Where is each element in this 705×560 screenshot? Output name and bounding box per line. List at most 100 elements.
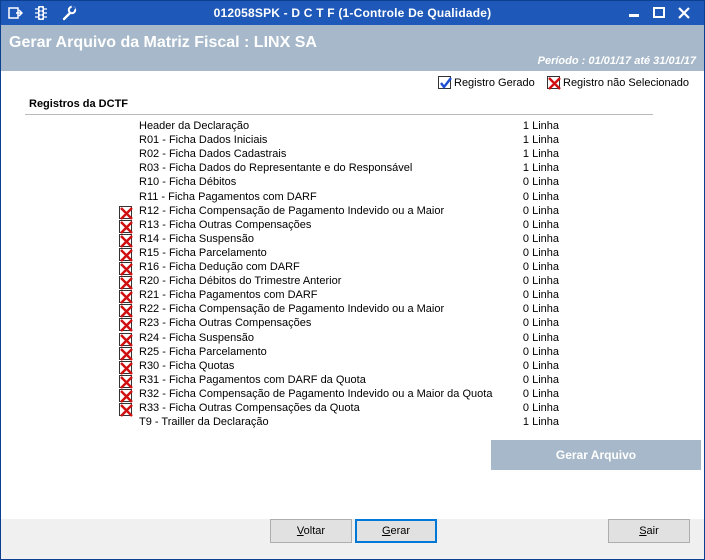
record-row: R01 - Ficha Dados Iniciais 1 Linha — [1, 134, 704, 148]
record-count: 0 Linha — [522, 218, 559, 231]
record-count: 0 Linha — [522, 373, 559, 386]
record-count: 0 Linha — [522, 289, 559, 302]
record-row: Header da Declaração 1 Linha — [1, 120, 704, 134]
record-count: 1 Linha — [522, 120, 559, 132]
record-row: R12 - Ficha Compensação de Pagamento Ind… — [1, 204, 704, 220]
exit-button[interactable]: Sair — [608, 519, 690, 543]
record-checkbox[interactable] — [119, 360, 133, 375]
record-count: 0 Linha — [522, 387, 559, 400]
record-row: R32 - Ficha Compensação de Pagamento Ind… — [1, 387, 704, 403]
record-label: R25 - Ficha Parcelamento — [139, 345, 267, 358]
record-checkbox[interactable] — [119, 374, 133, 389]
record-label: R10 - Ficha Débitos — [139, 176, 237, 189]
maximize-button[interactable] — [650, 5, 668, 21]
record-row: R21 - Ficha Pagamentos com DARF 0 Linha — [1, 289, 704, 305]
record-label: R11 - Ficha Pagamentos com DARF — [139, 190, 317, 203]
header-band: Gerar Arquivo da Matriz Fiscal : LINX SA… — [1, 25, 704, 71]
record-row: R10 - Ficha Débitos 0 Linha — [1, 176, 704, 190]
record-label: R15 - Ficha Parcelamento — [139, 246, 267, 259]
footer-bar: Voltar Gerar Sair — [1, 519, 704, 559]
record-count: 0 Linha — [522, 246, 559, 259]
record-checkbox[interactable] — [119, 290, 133, 305]
main-panel: Registro Gerado Registro não Selecionado… — [1, 71, 704, 519]
record-label: R03 - Ficha Dados do Representante e do … — [139, 162, 413, 175]
record-count: 0 Linha — [522, 232, 559, 245]
record-checkbox[interactable] — [119, 332, 133, 347]
generate-file-button[interactable]: Gerar Arquivo — [491, 440, 701, 470]
record-row: R15 - Ficha Parcelamento 0 Linha — [1, 246, 704, 262]
record-row: R22 - Ficha Compensação de Pagamento Ind… — [1, 303, 704, 319]
record-checkbox[interactable] — [119, 219, 133, 234]
record-count: 1 Linha — [522, 148, 559, 161]
record-checkbox[interactable] — [119, 205, 133, 220]
record-row: R31 - Ficha Pagamentos com DARF da Quota… — [1, 373, 704, 389]
record-checkbox[interactable] — [119, 403, 133, 417]
record-label: R20 - Ficha Débitos do Trimestre Anterio… — [139, 275, 342, 288]
record-label: R02 - Ficha Dados Cadastrais — [139, 148, 287, 161]
title-bar: 012058SPK - D C T F (1-Controle De Quali… — [1, 1, 704, 25]
record-row: R25 - Ficha Parcelamento 0 Linha — [1, 345, 704, 361]
legend-generated: Registro Gerado — [438, 76, 535, 89]
record-row: R14 - Ficha Suspensão 0 Linha — [1, 232, 704, 248]
record-checkbox[interactable] — [119, 304, 133, 319]
record-label: R23 - Ficha Outras Compensações — [139, 317, 312, 330]
record-checkbox[interactable] — [119, 262, 133, 276]
minimize-button[interactable] — [625, 5, 643, 21]
record-label: R31 - Ficha Pagamentos com DARF da Quota — [139, 373, 366, 386]
record-checkbox[interactable] — [119, 346, 133, 361]
record-row: R02 - Ficha Dados Cadastrais 1 Linha — [1, 148, 704, 162]
record-row: R03 - Ficha Dados do Representante e do … — [1, 162, 704, 176]
record-label: R16 - Ficha Dedução com DARF — [139, 261, 300, 273]
record-row: R33 - Ficha Outras Compensações da Quota… — [1, 402, 704, 417]
window-title: 012058SPK - D C T F (1-Controle De Quali… — [213, 6, 492, 20]
record-label: R14 - Ficha Suspensão — [139, 232, 254, 245]
record-row: R13 - Ficha Outras Compensações 0 Linha — [1, 218, 704, 234]
dctf-window: 012058SPK - D C T F (1-Controle De Quali… — [0, 0, 705, 560]
record-count: 1 Linha — [522, 416, 559, 429]
crossed-box-icon — [547, 76, 561, 90]
record-checkbox[interactable] — [119, 247, 133, 262]
record-row: R16 - Ficha Dedução com DARF 0 Linha — [1, 261, 704, 276]
legend-not-selected-label: Registro não Selecionado — [563, 76, 689, 89]
record-count: 0 Linha — [522, 303, 559, 316]
record-row: R24 - Ficha Suspensão 0 Linha — [1, 331, 704, 347]
record-row: R11 - Ficha Pagamentos com DARF 0 Linha — [1, 191, 704, 205]
record-row: R30 - Ficha Quotas 0 Linha — [1, 359, 704, 375]
record-label: R32 - Ficha Compensação de Pagamento Ind… — [139, 387, 493, 400]
page-title: Gerar Arquivo da Matriz Fiscal : LINX SA — [9, 34, 317, 51]
record-count: 0 Linha — [522, 275, 559, 288]
record-label: R21 - Ficha Pagamentos com DARF — [139, 289, 318, 302]
record-label: R13 - Ficha Outras Compensações — [139, 218, 312, 231]
record-label: R30 - Ficha Quotas — [139, 359, 235, 372]
record-count: 1 Linha — [522, 162, 559, 175]
record-row: T9 - Trailler da Declaração 1 Linha — [1, 416, 704, 430]
legend-generated-label: Registro Gerado — [454, 76, 535, 89]
record-label: Header da Declaração — [139, 120, 250, 132]
record-label: R24 - Ficha Suspensão — [139, 331, 254, 344]
record-count: 1 Linha — [522, 134, 559, 147]
record-checkbox[interactable] — [119, 318, 133, 333]
record-count: 0 Linha — [522, 359, 559, 372]
record-label: R01 - Ficha Dados Iniciais — [139, 134, 268, 147]
section-divider — [25, 114, 653, 115]
record-label: R33 - Ficha Outras Compensações da Quota — [139, 402, 360, 414]
record-count: 0 Linha — [522, 345, 559, 358]
record-count: 0 Linha — [522, 261, 559, 273]
record-count: 0 Linha — [522, 402, 559, 414]
record-row: R20 - Ficha Débitos do Trimestre Anterio… — [1, 275, 704, 290]
record-label: R12 - Ficha Compensação de Pagamento Ind… — [139, 204, 445, 217]
record-count: 0 Linha — [522, 317, 559, 330]
close-button[interactable] — [675, 5, 693, 21]
record-checkbox[interactable] — [119, 233, 133, 248]
record-row: R23 - Ficha Outras Compensações 0 Linha — [1, 317, 704, 333]
record-count: 0 Linha — [522, 204, 559, 217]
back-button[interactable]: Voltar — [270, 519, 352, 543]
generate-button[interactable]: Gerar — [355, 519, 437, 543]
record-count: 0 Linha — [522, 176, 559, 189]
record-count: 0 Linha — [522, 331, 559, 344]
record-count: 0 Linha — [522, 190, 559, 203]
record-checkbox[interactable] — [119, 388, 133, 403]
record-checkbox[interactable] — [119, 276, 133, 290]
legend-not-selected: Registro não Selecionado — [547, 76, 689, 90]
section-title: Registros da DCTF — [29, 98, 129, 110]
